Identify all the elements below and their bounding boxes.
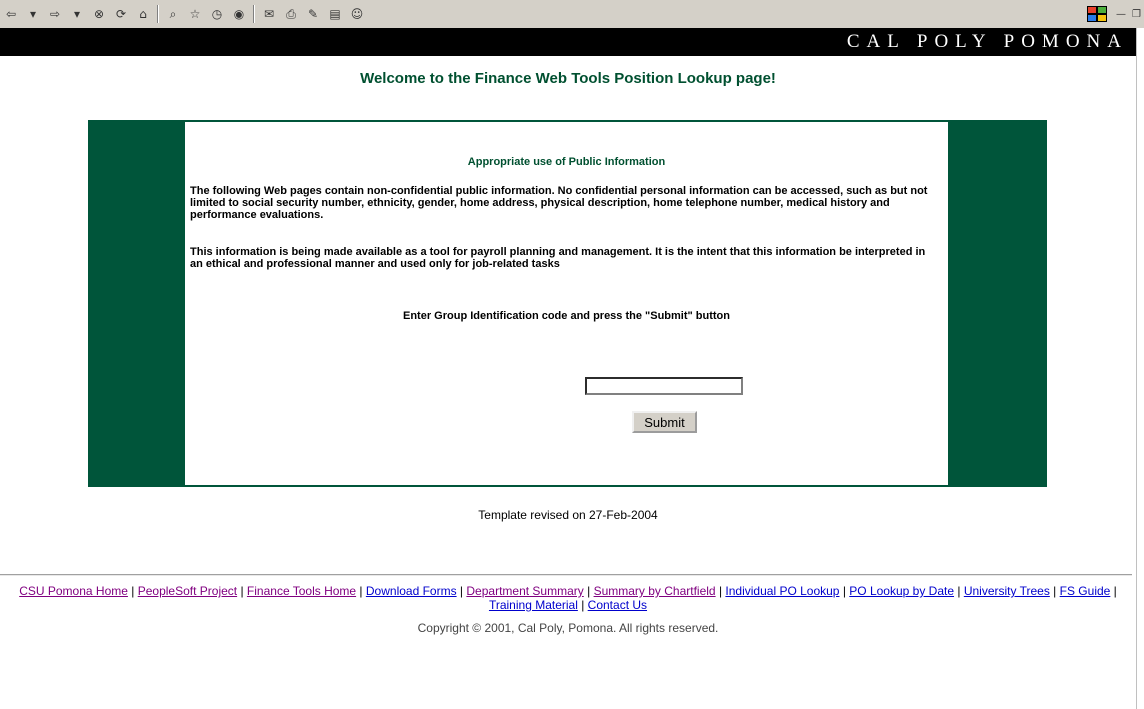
footer-nav: CSU Pomona Home | PeopleSoft Project | F… xyxy=(3,584,1133,612)
footer-separator: | xyxy=(127,584,138,598)
scrollbar-edge[interactable] xyxy=(1136,28,1144,709)
edit-icon[interactable]: ✎ xyxy=(305,6,321,22)
forward-dropdown-icon[interactable]: ▾ xyxy=(69,6,85,22)
forward-icon[interactable]: ⇨ xyxy=(47,6,63,22)
footer-separator: | xyxy=(1049,584,1060,598)
windows-logo-icon xyxy=(1087,6,1108,22)
minimize-icon[interactable]: — xyxy=(1116,9,1126,20)
template-revised-note: Template revised on 27-Feb-2004 xyxy=(478,508,658,522)
footer-separator: | xyxy=(715,584,726,598)
back-dropdown-icon[interactable]: ▾ xyxy=(25,6,41,22)
footer-separator: | xyxy=(583,584,594,598)
submit-button[interactable]: Submit xyxy=(632,411,697,433)
footer-separator: | xyxy=(577,598,588,612)
footer-link-csu-pomona-home[interactable]: CSU Pomona Home xyxy=(19,584,128,598)
site-banner: CAL POLY POMONA xyxy=(0,28,1136,56)
instruction-text: Enter Group Identification code and pres… xyxy=(403,310,730,322)
notice-paragraph-2: This information is being made available… xyxy=(190,246,926,270)
favorites-icon[interactable]: ☆ xyxy=(187,6,203,22)
browser-toolbar: ⇦ ▾ ⇨ ▾ ⊗ ⟳ ⌂ ⌕ ☆ ◷ ◉ ✉ ⎙ ✎ ▤ ☺ xyxy=(0,0,1144,28)
footer-link-finance-tools-home[interactable]: Finance Tools Home xyxy=(247,584,356,598)
window-controls: — ❐ xyxy=(1062,0,1144,28)
footer-link-individual-po-lookup[interactable]: Individual PO Lookup xyxy=(725,584,839,598)
print-icon[interactable]: ⎙ xyxy=(283,6,299,22)
copyright-text: Copyright © 2001, Cal Poly, Pomona. All … xyxy=(417,621,719,635)
footer-link-summary-by-chartfield[interactable]: Summary by Chartfield xyxy=(594,584,716,598)
footer-link-download-forms[interactable]: Download Forms xyxy=(366,584,457,598)
banner-title: CAL POLY POMONA xyxy=(846,31,1128,52)
notice-paragraph-1: The following Web pages contain non-conf… xyxy=(190,185,928,221)
mail-icon[interactable]: ✉ xyxy=(261,6,277,22)
stop-icon[interactable]: ⊗ xyxy=(91,6,107,22)
footer-divider xyxy=(0,574,1132,576)
messenger-icon[interactable]: ☺ xyxy=(349,6,365,22)
history-icon[interactable]: ◷ xyxy=(209,6,225,22)
toolbar-separator xyxy=(157,5,159,23)
footer-separator: | xyxy=(954,584,964,598)
back-icon[interactable]: ⇦ xyxy=(3,6,19,22)
footer-separator: | xyxy=(456,584,467,598)
footer-link-peoplesoft-project[interactable]: PeopleSoft Project xyxy=(138,584,237,598)
footer-link-university-trees[interactable]: University Trees xyxy=(964,584,1050,598)
footer-link-department-summary[interactable]: Department Summary xyxy=(466,584,583,598)
content-panel: Appropriate use of Public Information Th… xyxy=(88,120,1047,487)
footer-separator: | xyxy=(237,584,247,598)
toolbar-separator xyxy=(253,5,255,23)
search-icon[interactable]: ⌕ xyxy=(165,6,181,22)
footer-link-po-lookup-by-date[interactable]: PO Lookup by Date xyxy=(849,584,954,598)
footer-link-fs-guide[interactable]: FS Guide xyxy=(1060,584,1111,598)
page-title: Welcome to the Finance Web Tools Positio… xyxy=(360,70,776,87)
footer-separator: | xyxy=(839,584,850,598)
discuss-icon[interactable]: ▤ xyxy=(327,6,343,22)
media-icon[interactable]: ◉ xyxy=(231,6,247,22)
refresh-icon[interactable]: ⟳ xyxy=(113,6,129,22)
footer-separator: | xyxy=(356,584,366,598)
home-icon[interactable]: ⌂ xyxy=(135,6,151,22)
notice-title: Appropriate use of Public Information xyxy=(467,156,666,168)
notice-box: Appropriate use of Public Information Th… xyxy=(185,122,948,485)
restore-icon[interactable]: ❐ xyxy=(1132,9,1141,20)
footer-separator: | xyxy=(1110,584,1117,598)
group-id-input[interactable] xyxy=(585,377,743,395)
footer-link-contact-us[interactable]: Contact Us xyxy=(588,598,647,612)
footer-link-training-material[interactable]: Training Material xyxy=(489,598,578,612)
